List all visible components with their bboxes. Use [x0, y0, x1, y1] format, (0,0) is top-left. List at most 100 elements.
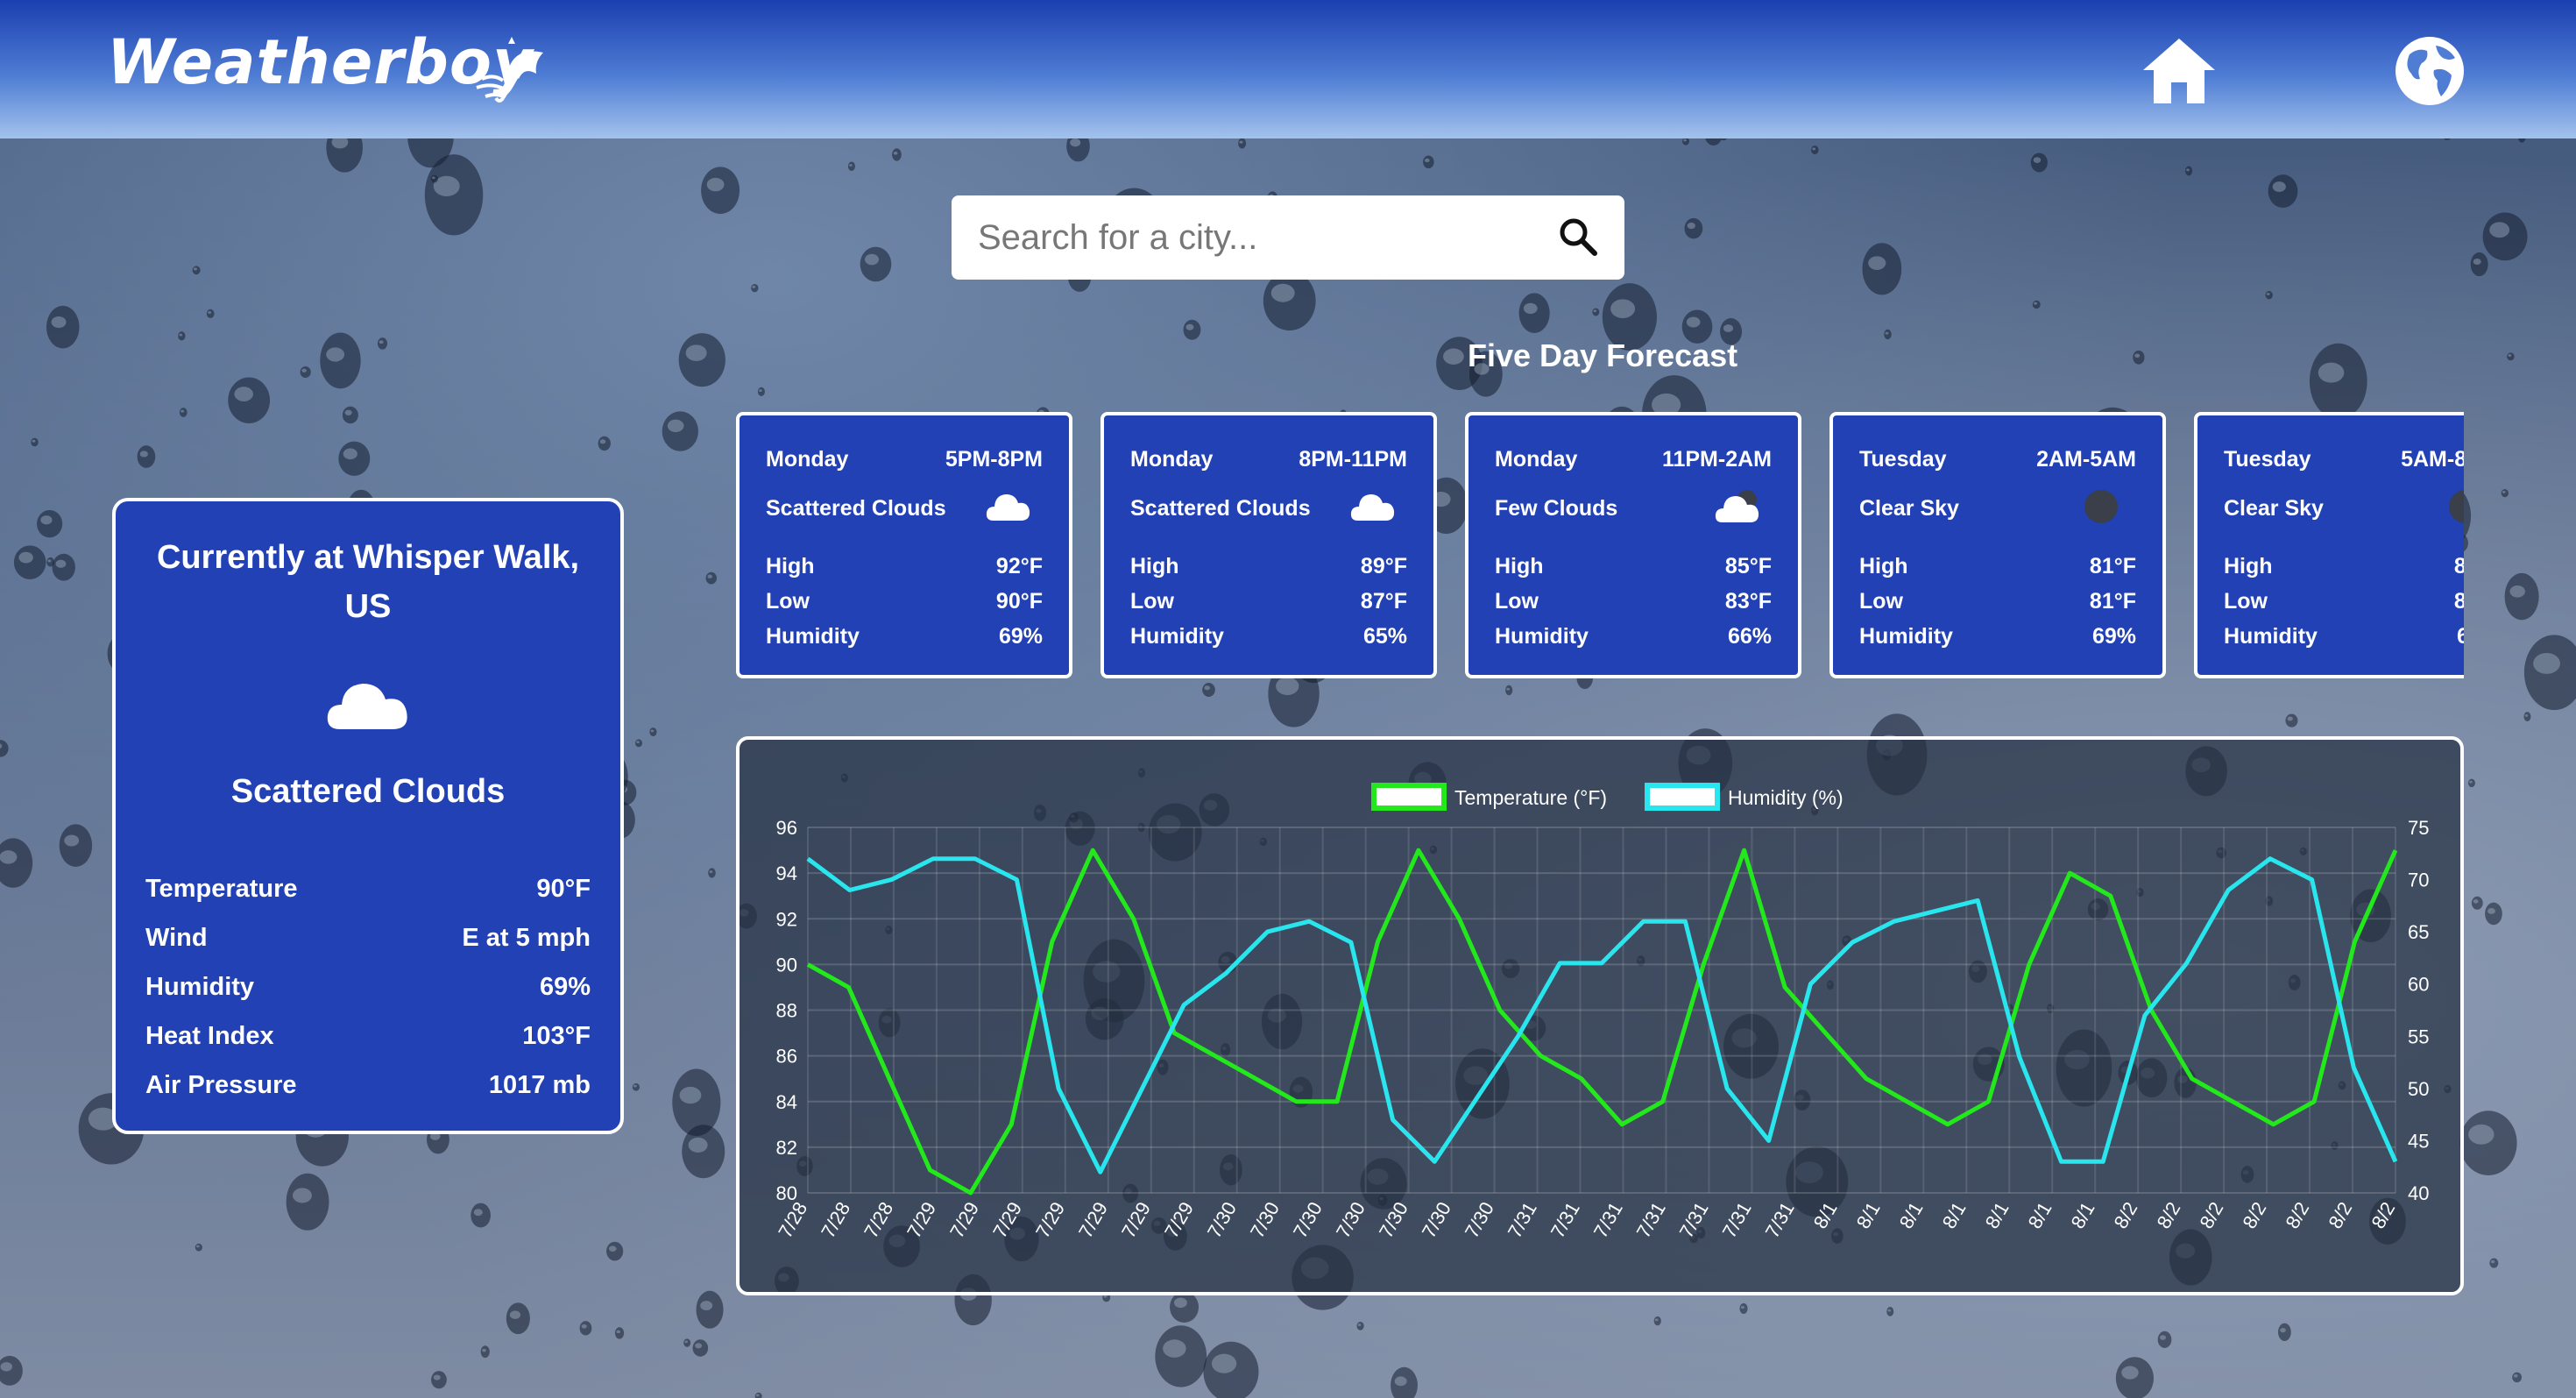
raindrop [430, 174, 438, 183]
raindrop [672, 1068, 721, 1137]
raindrop [1653, 1316, 1661, 1326]
raindrop [480, 1345, 490, 1359]
raindrop [860, 246, 892, 282]
x-tick-label: 7/28 [817, 1198, 854, 1242]
cloud-moon-icon [1715, 490, 1759, 522]
forecast-humidity-value: 66% [1727, 624, 1772, 649]
raindrop [2030, 153, 2048, 173]
raindrop [2523, 635, 2576, 711]
raindrop [682, 1125, 725, 1179]
series-line [806, 856, 2398, 1174]
current-row-label: Temperature [145, 875, 298, 903]
raindrop [13, 545, 46, 579]
forecast-card[interactable]: Monday 11PM-2AM Few Clouds High 85°F Low… [1465, 412, 1801, 678]
raindrop [598, 436, 611, 451]
forecast-carousel[interactable]: Monday 5PM-8PM Scattered Clouds High 92°… [736, 412, 2464, 680]
raindrop [754, 1392, 762, 1398]
x-tick-label: 8/2 [2195, 1198, 2227, 1232]
current-row-label: Heat Index [145, 1022, 274, 1050]
x-tick-label: 8/1 [1938, 1198, 1971, 1232]
x-tick-label: 7/29 [1160, 1198, 1198, 1242]
current-row-temperature: Temperature 90°F [145, 875, 591, 919]
x-tick-label: 7/31 [1761, 1198, 1799, 1242]
forecast-description: Clear Sky [1859, 496, 1959, 521]
raindrop [614, 1327, 625, 1339]
raindrop [1203, 1341, 1259, 1398]
raindrop [431, 1371, 447, 1389]
x-tick-label: 8/2 [2238, 1198, 2270, 1232]
x-tick-label: 8/1 [1895, 1198, 1928, 1232]
raindrop [2115, 1357, 2154, 1398]
forecast-day: Monday [1495, 447, 1578, 472]
x-tick-label: 7/29 [902, 1198, 940, 1242]
globe-icon[interactable] [2394, 35, 2466, 107]
forecast-card[interactable]: Monday 5PM-8PM Scattered Clouds High 92°… [736, 412, 1072, 678]
raindrop [2278, 1323, 2291, 1342]
raindrop [46, 305, 80, 349]
raindrop [206, 309, 215, 318]
forecast-high-label: High [1130, 554, 1179, 578]
raindrop [0, 1355, 23, 1386]
x-tick-label: 7/30 [1418, 1198, 1455, 1242]
forecast-title: Five Day Forecast [1468, 337, 1738, 373]
forecast-humidity-value: 65% [1362, 624, 1407, 649]
legend-label: Temperature (°F) [1454, 786, 1607, 809]
forecast-high-label: High [766, 554, 815, 578]
forecast-description: Scattered Clouds [1130, 496, 1311, 521]
raindrop [1155, 1325, 1207, 1387]
forecast-high-value: 92°F [995, 554, 1043, 578]
raindrop [1202, 682, 1215, 698]
raindrop [847, 161, 855, 172]
x-tick-label: 7/30 [1461, 1198, 1498, 1242]
y-right-tick-label: 75 [2408, 817, 2429, 839]
x-tick-label: 7/29 [945, 1198, 983, 1242]
forecast-high-value: 80°F [2453, 554, 2464, 578]
raindrop [708, 868, 716, 878]
forecast-card[interactable]: Monday 8PM-11PM Scattered Clouds High 89… [1100, 412, 1437, 678]
current-row-humidity: Humidity 69% [145, 973, 591, 1017]
search-icon[interactable] [1556, 215, 1602, 260]
forecast-humidity-label: Humidity [1495, 624, 1589, 649]
forecast-time: 8PM-11PM [1299, 447, 1407, 472]
raindrop [342, 406, 358, 424]
raindrop [2485, 902, 2502, 926]
x-tick-label: 7/29 [988, 1198, 1026, 1242]
raindrop [1263, 271, 1316, 331]
raindrop [31, 437, 39, 447]
raindrop [2489, 1258, 2499, 1268]
forecast-chart-panel: 80 82 84 86 88 90 92 94 96 40 45 50 55 60 65 70 75 7/28 7/… [736, 736, 2464, 1295]
forecast-day: Tuesday [1859, 447, 1947, 472]
forecast-time: 11PM-2AM [1661, 447, 1772, 472]
raindrop [1170, 1291, 1200, 1323]
x-tick-label: 8/2 [2281, 1198, 2313, 1232]
brand-logo-text[interactable]: Weatherboy [107, 26, 534, 98]
raindrop [1238, 138, 1247, 149]
current-weather-card: Currently at Whisper Walk, US Scattered … [112, 498, 624, 1134]
forecast-high-label: High [1859, 554, 1908, 578]
current-row-air-pressure: Air Pressure 1017 mb [145, 1071, 591, 1115]
raindrop [2482, 212, 2528, 261]
raindrop [1592, 308, 1600, 316]
current-row-label: Air Pressure [145, 1071, 297, 1099]
x-tick-label: 7/28 [774, 1198, 811, 1242]
raindrop [705, 571, 717, 585]
forecast-card[interactable]: Tuesday 5AM-8AM Clear Sky High 80°F Low … [2194, 412, 2464, 678]
raindrop [678, 333, 725, 387]
forecast-humidity-label: Humidity [2224, 624, 2318, 649]
raindrop [1518, 293, 1550, 333]
raindrop [179, 408, 188, 417]
raindrop [2459, 1111, 2517, 1175]
home-icon[interactable] [2141, 35, 2217, 105]
forecast-card[interactable]: Tuesday 2AM-5AM Clear Sky High 81°F Low … [1829, 412, 2166, 678]
x-tick-label: 7/31 [1546, 1198, 1584, 1242]
current-row-label: Wind [145, 924, 208, 952]
y-left-tick-label: 92 [776, 908, 797, 930]
raindrop [46, 557, 54, 567]
raindrop [37, 509, 63, 538]
forecast-description: Scattered Clouds [766, 496, 946, 521]
moon-icon [2449, 490, 2464, 523]
search-input[interactable] [978, 211, 1521, 264]
x-tick-label: 8/1 [2067, 1198, 2099, 1232]
raindrop [320, 332, 361, 389]
forecast-day: Tuesday [2224, 447, 2311, 472]
